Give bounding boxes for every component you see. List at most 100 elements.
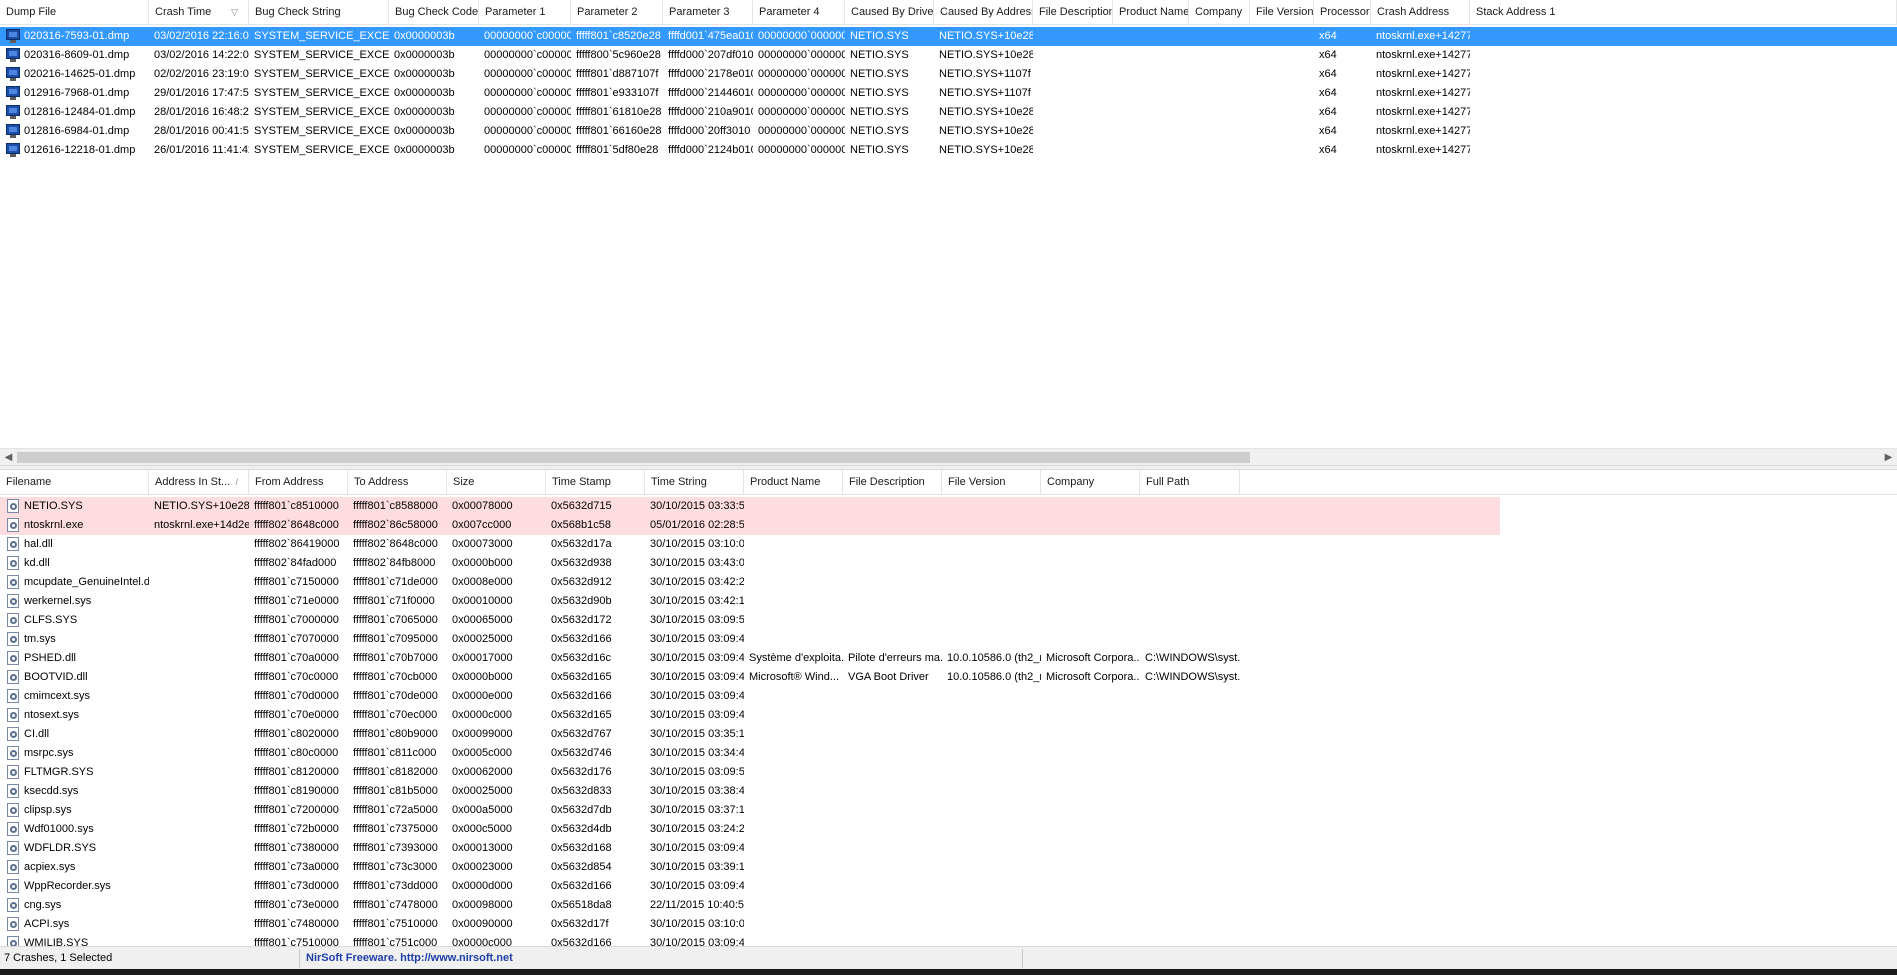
cell-time-string: 30/10/2015 03:42:26 <box>650 576 744 588</box>
driver-row[interactable]: kd.dll fffff802`84fad000 fffff802`84fb8000… <box>0 554 1897 573</box>
column-header-product-name[interactable]: Product Name <box>1113 0 1189 25</box>
driver-list-rows: NETIO.SYS NETIO.SYS+10e28 fffff801`c851000… <box>0 497 1897 946</box>
driver-row[interactable]: CLFS.SYS fffff801`c7000000 fffff801`c70650… <box>0 611 1897 630</box>
column-header-crash-time[interactable]: Crash Time ▽ <box>149 0 249 25</box>
cell-from-address: fffff801`c7000000 <box>254 614 339 626</box>
cell-file-version <box>942 934 1041 946</box>
cell-caused-by-driver: NETIO.SYS <box>850 125 909 137</box>
cell-company <box>1041 782 1140 801</box>
driver-row[interactable]: clipsp.sys fffff801`c7200000 fffff801`c72a… <box>0 801 1897 820</box>
cell-caused-by-address: NETIO.SYS+10e28 <box>939 49 1033 61</box>
column-header-parameter-3[interactable]: Parameter 3 <box>663 0 753 25</box>
column-header-caused-by-driver[interactable]: Caused By Driver <box>845 0 934 25</box>
driver-row[interactable]: Wdf01000.sys fffff801`c72b0000 fffff801`c7… <box>0 820 1897 839</box>
column-header-bug-check-string[interactable]: Bug Check String <box>249 0 389 25</box>
driver-row[interactable]: tm.sys fffff801`c7070000 fffff801`c7095000… <box>0 630 1897 649</box>
column-header-stack-address-1[interactable]: Stack Address 1 <box>1470 0 1897 25</box>
driver-row[interactable]: NETIO.SYS NETIO.SYS+10e28 fffff801`c851000… <box>0 497 1897 516</box>
column-header-full-path[interactable]: Full Path <box>1140 470 1240 495</box>
driver-row[interactable]: ACPI.sys fffff801`c7480000 fffff801`c75100… <box>0 915 1897 934</box>
cell-company <box>1041 497 1140 516</box>
cell-caused-by-driver: NETIO.SYS <box>850 30 909 42</box>
driver-row[interactable]: cng.sys fffff801`c73e0000 fffff801`c747800… <box>0 896 1897 915</box>
column-header-label: Address In St... <box>155 476 231 488</box>
crash-row[interactable]: 020316-7593-01.dmp 03/02/2016 22:16:06 SYS… <box>0 27 1897 46</box>
scroll-left-icon[interactable]: ◀ <box>0 449 17 465</box>
cell-size: 0x00023000 <box>452 861 513 873</box>
crash-row[interactable]: 012616-12218-01.dmp 26/01/2016 11:41:42 SY… <box>0 141 1897 160</box>
driver-row[interactable]: cmimcext.sys fffff801`c70d0000 fffff801`c7… <box>0 687 1897 706</box>
cell-from-address: fffff801`c73e0000 <box>254 899 339 911</box>
column-header-company[interactable]: Company <box>1189 0 1250 25</box>
cell-file-description <box>843 858 942 877</box>
cell-address-in-st <box>149 858 249 877</box>
cell-file-version: 10.0.10586.0 (th2_r... <box>947 652 1041 664</box>
column-header-file-version[interactable]: File Version <box>1250 0 1314 25</box>
crash-row[interactable]: 012916-7968-01.dmp 29/01/2016 17:47:50 SYS… <box>0 84 1897 103</box>
column-header-from-address[interactable]: From Address <box>249 470 348 495</box>
column-header-bug-check-code[interactable]: Bug Check Code <box>389 0 479 25</box>
driver-row[interactable]: BOOTVID.dll fffff801`c70c0000 fffff801`c70… <box>0 668 1897 687</box>
driver-row[interactable]: acpiex.sys fffff801`c73a0000 fffff801`c73c… <box>0 858 1897 877</box>
nirsoft-link[interactable]: NirSoft Freeware. http://www.nirsoft.net <box>306 952 513 964</box>
driver-row[interactable]: werkernel.sys fffff801`c71e0000 fffff801`c… <box>0 592 1897 611</box>
column-header-parameter-4[interactable]: Parameter 4 <box>753 0 845 25</box>
column-header-processor[interactable]: Processor <box>1314 0 1371 25</box>
crash-row[interactable]: 012816-12484-01.dmp 28/01/2016 16:48:22 SY… <box>0 103 1897 122</box>
driver-row[interactable]: mcupdate_GenuineIntel.dll fffff801`c71500… <box>0 573 1897 592</box>
cell-parameter-3: ffffd000`2124b010 <box>668 144 753 156</box>
cell-parameter-4: 00000000`00000000 <box>758 30 845 42</box>
driver-row[interactable]: WppRecorder.sys fffff801`c73d0000 fffff801… <box>0 877 1897 896</box>
horizontal-scrollbar[interactable]: ◀ ▶ <box>0 448 1897 465</box>
column-header-time-string[interactable]: Time String <box>645 470 744 495</box>
cell-to-address: fffff801`c70cb000 <box>353 671 438 683</box>
scroll-right-icon[interactable]: ▶ <box>1880 449 1897 465</box>
column-header-caused-by-address[interactable]: Caused By Address <box>934 0 1033 25</box>
column-header-file-description[interactable]: File Description <box>843 470 942 495</box>
column-header-file-version[interactable]: File Version <box>942 470 1041 495</box>
driver-row[interactable]: WDFLDR.SYS fffff801`c7380000 fffff801`c739… <box>0 839 1897 858</box>
column-header-parameter-1[interactable]: Parameter 1 <box>479 0 571 25</box>
crash-row[interactable]: 020316-8609-01.dmp 03/02/2016 14:22:07 SYS… <box>0 46 1897 65</box>
cell-from-address: fffff801`c7380000 <box>254 842 339 854</box>
scrollbar-thumb[interactable] <box>17 452 1250 463</box>
driver-row[interactable]: ksecdd.sys fffff801`c8190000 fffff801`c81b… <box>0 782 1897 801</box>
driver-row[interactable]: CI.dll fffff801`c8020000 fffff801`c80b9000… <box>0 725 1897 744</box>
column-header-to-address[interactable]: To Address <box>348 470 447 495</box>
driver-row[interactable]: msrpc.sys fffff801`c80c0000 fffff801`c811c… <box>0 744 1897 763</box>
driver-row[interactable]: ntoskrnl.exe ntoskrnl.exe+14d2e9 fffff802`… <box>0 516 1897 535</box>
cell-file-description <box>843 516 942 535</box>
column-header-dump-file[interactable]: Dump File <box>0 0 149 25</box>
cell-parameter-4: 00000000`00000000 <box>758 106 845 118</box>
driver-row[interactable]: hal.dll fffff802`86419000 fffff802`8648c00… <box>0 535 1897 554</box>
column-header-company[interactable]: Company <box>1041 470 1140 495</box>
column-header-label: Time String <box>651 476 707 488</box>
column-header-parameter-2[interactable]: Parameter 2 <box>571 0 663 25</box>
driver-row[interactable]: ntosext.sys fffff801`c70e0000 fffff801`c70… <box>0 706 1897 725</box>
cell-company <box>1041 630 1140 649</box>
driver-row[interactable]: WMILIB.SYS fffff801`c7510000 fffff801`c751… <box>0 934 1897 946</box>
cell-bug-check-string: SYSTEM_SERVICE_EXCEPTION <box>254 87 389 99</box>
crash-row[interactable]: 012816-6984-01.dmp 28/01/2016 00:41:53 SYS… <box>0 122 1897 141</box>
cell-file-description <box>843 934 942 946</box>
cell-to-address: fffff801`c72a5000 <box>353 804 438 816</box>
driver-row[interactable]: PSHED.dll fffff801`c70a0000 fffff801`c70b7… <box>0 649 1897 668</box>
cell-file-version <box>942 858 1041 877</box>
column-header-filename[interactable]: Filename <box>0 470 149 495</box>
cell-time-stamp: 0x5632d17f <box>551 918 609 930</box>
system-file-icon <box>6 575 20 589</box>
column-header-product-name[interactable]: Product Name <box>744 470 843 495</box>
cell-time-string: 30/10/2015 03:33:57 <box>650 500 744 512</box>
column-header-file-description[interactable]: File Description <box>1033 0 1113 25</box>
cell-file-version <box>942 801 1041 820</box>
cell-file-version <box>942 497 1041 516</box>
cell-file-version <box>942 535 1041 554</box>
driver-row[interactable]: FLTMGR.SYS fffff801`c8120000 fffff801`c818… <box>0 763 1897 782</box>
column-header-address-in-st[interactable]: Address In St... / <box>149 470 249 495</box>
crash-row[interactable]: 020216-14625-01.dmp 02/02/2016 23:19:02 SY… <box>0 65 1897 84</box>
column-header-crash-address[interactable]: Crash Address <box>1371 0 1470 25</box>
cell-full-path: C:\WINDOWS\syst... <box>1145 652 1240 664</box>
column-header-size[interactable]: Size <box>447 470 546 495</box>
column-header-time-stamp[interactable]: Time Stamp <box>546 470 645 495</box>
cell-file-description <box>1033 65 1113 84</box>
